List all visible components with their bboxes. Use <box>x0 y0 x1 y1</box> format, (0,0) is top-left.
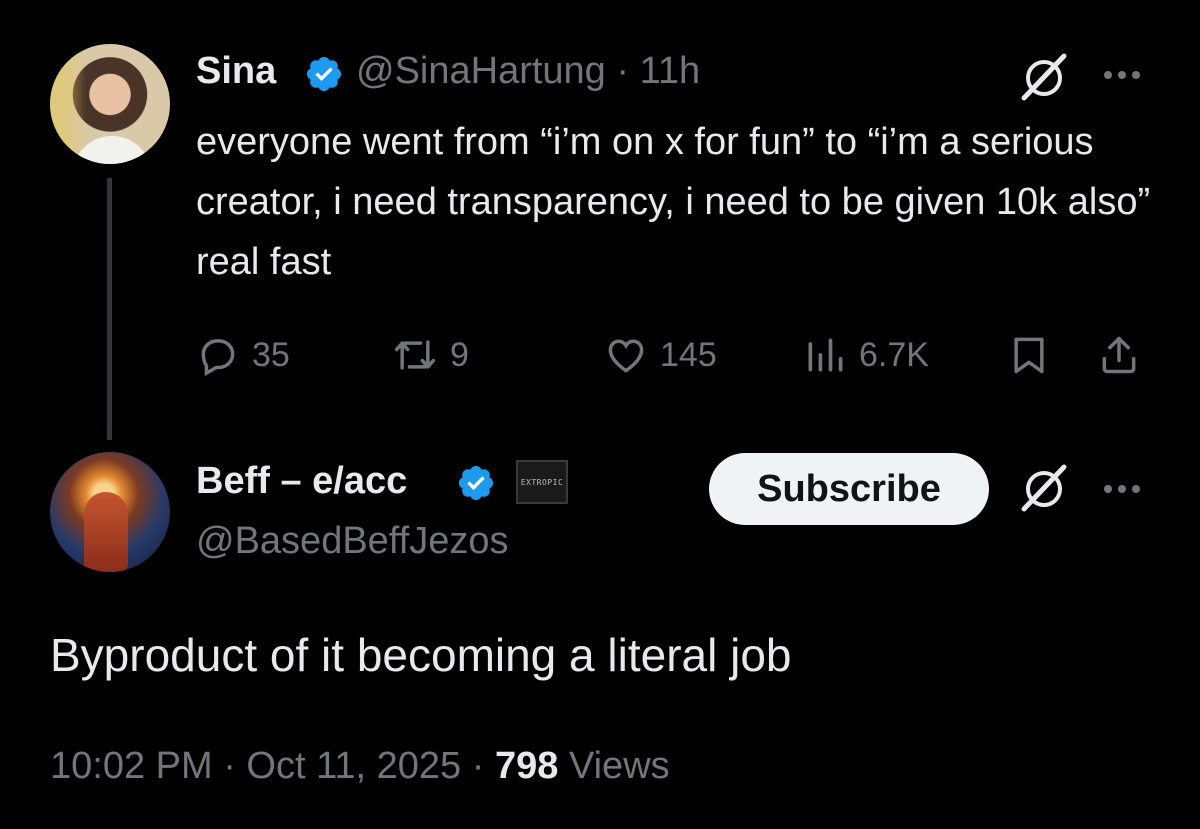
parent-time-ago[interactable]: 11h <box>640 50 701 92</box>
heart-icon <box>608 339 644 373</box>
subscribe-button[interactable]: Subscribe <box>709 453 989 525</box>
thread-connector-line <box>107 178 112 440</box>
views-label: Views <box>568 745 670 787</box>
views-icon <box>808 338 843 372</box>
bookmark-icon <box>1014 337 1044 374</box>
views-count-parent: 6.7K <box>859 335 929 374</box>
grok-icon[interactable] <box>1016 463 1072 513</box>
parent-display-name[interactable]: Sina <box>196 50 276 93</box>
repost-icon <box>394 340 436 370</box>
like-button[interactable]: 145 <box>604 330 717 380</box>
repost-count: 9 <box>450 335 469 374</box>
avatar-figure <box>84 492 128 572</box>
views-label-space <box>558 745 569 787</box>
like-count: 145 <box>660 335 717 374</box>
verified-badge-icon <box>306 56 342 92</box>
tweet-meta: 10:02 PM · Oct 11, 2025 · 798 Views <box>50 745 670 788</box>
reply-display-name[interactable]: Beff – e/acc <box>196 460 407 503</box>
views-button[interactable]: 6.7K <box>803 330 929 380</box>
avatar-beff[interactable] <box>50 452 170 572</box>
parent-meta: @SinaHartung · 11h <box>356 50 700 93</box>
affiliate-badge[interactable]: EXTROPIC <box>516 460 568 504</box>
repost-button[interactable]: 9 <box>392 330 469 380</box>
share-icon <box>1102 336 1136 374</box>
reply-tweet-text: Byproduct of it becoming a literal job <box>50 629 792 681</box>
meta-separator: · <box>605 50 640 92</box>
avatar-sina[interactable] <box>50 44 170 164</box>
more-icon[interactable] <box>1100 474 1144 504</box>
reply-icon <box>201 339 235 377</box>
more-icon[interactable] <box>1100 60 1144 90</box>
reply-button[interactable]: 35 <box>196 330 290 380</box>
views-count: 798 <box>494 745 559 787</box>
reply-handle[interactable]: @BasedBeffJezos <box>196 520 509 563</box>
bookmark-button[interactable] <box>1007 330 1051 380</box>
meta-separator: · <box>461 745 495 787</box>
parent-handle[interactable]: @SinaHartung <box>356 50 606 92</box>
reply-count: 35 <box>252 335 290 374</box>
share-button[interactable] <box>1097 330 1141 380</box>
parent-tweet-text: everyone went from “i’m on x for fun” to… <box>196 121 1151 283</box>
verified-badge-icon <box>458 465 494 501</box>
grok-icon[interactable] <box>1016 52 1072 102</box>
tweet-timestamp[interactable]: 10:02 PM · Oct 11, 2025 <box>50 745 461 787</box>
